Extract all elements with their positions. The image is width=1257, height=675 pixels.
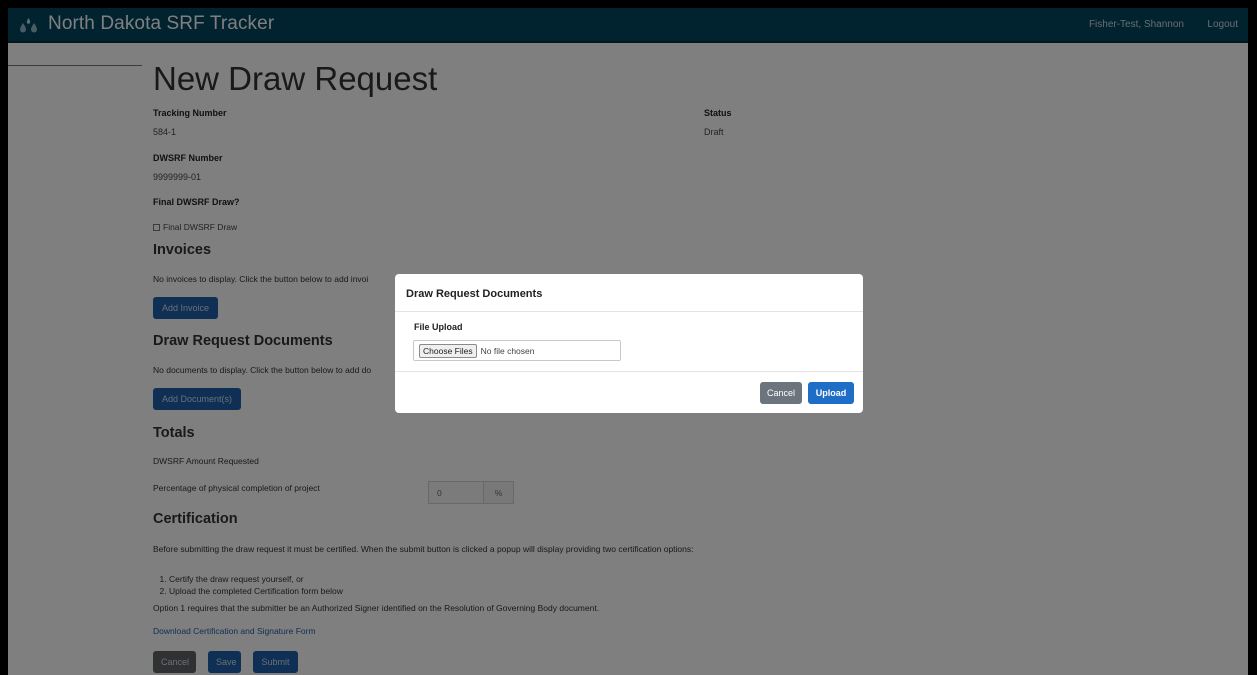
file-upload-input[interactable]: Choose Files No file chosen <box>413 340 621 361</box>
modal-title: Draw Request Documents <box>406 288 543 300</box>
modal-footer: Cancel Upload <box>395 371 863 413</box>
modal-header: Draw Request Documents <box>395 274 863 312</box>
choose-files-button[interactable]: Choose Files <box>419 343 477 358</box>
upload-documents-modal: Draw Request Documents File Upload Choos… <box>395 274 863 413</box>
modal-upload-button[interactable]: Upload <box>808 382 854 404</box>
app-frame: North Dakota SRF Tracker Fisher-Test, Sh… <box>8 8 1248 675</box>
modal-cancel-button[interactable]: Cancel <box>760 382 802 404</box>
no-file-chosen-text: No file chosen <box>480 345 535 356</box>
file-upload-label: File Upload <box>414 322 463 332</box>
